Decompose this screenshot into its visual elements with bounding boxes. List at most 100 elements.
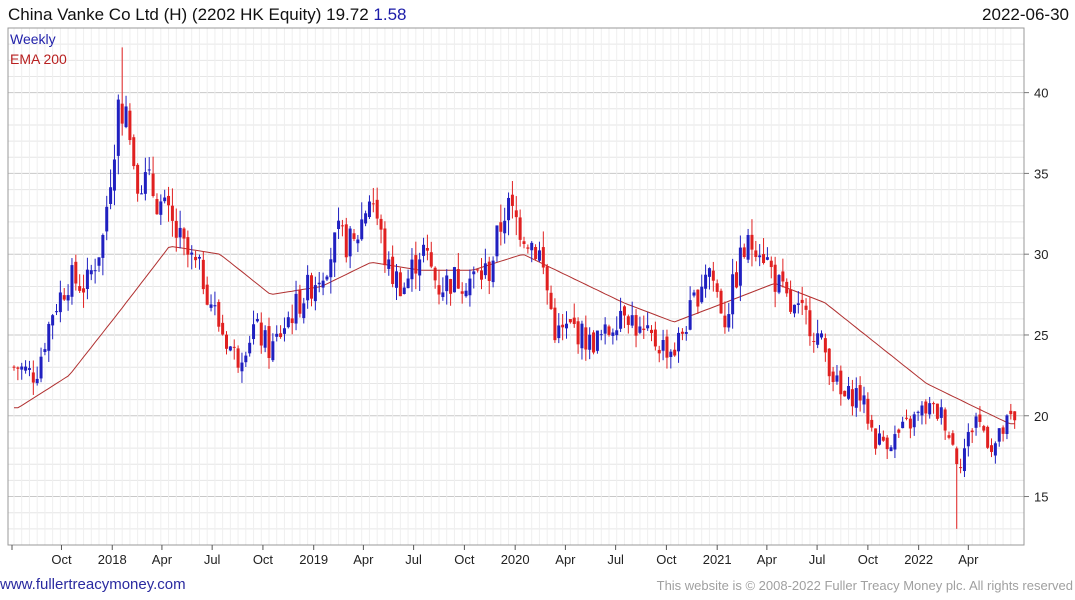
x-tick-label: Apr — [353, 552, 374, 567]
candle-body — [700, 286, 704, 303]
candle-body — [522, 241, 526, 244]
candle-body — [197, 256, 201, 259]
candle-body — [58, 292, 62, 313]
candle-body — [437, 285, 441, 295]
candle-body — [182, 228, 186, 239]
candle-body — [750, 234, 754, 250]
candle-body — [711, 270, 715, 281]
candle-body — [908, 418, 912, 429]
candle-body — [51, 315, 55, 326]
site-link[interactable]: www.fullertreacymoney.com — [0, 576, 186, 593]
candle-body — [572, 317, 576, 325]
candle-body — [731, 274, 735, 315]
x-tick-label: Jul — [405, 552, 422, 567]
candle-body — [843, 390, 847, 397]
x-tick-label: 2018 — [98, 552, 127, 567]
candle-body — [684, 332, 688, 334]
candle-body — [27, 368, 31, 370]
x-tick-label: Oct — [253, 552, 274, 567]
candle-body — [263, 330, 267, 348]
candle-body — [595, 330, 599, 351]
candle-body — [611, 332, 615, 336]
candle-body — [905, 417, 909, 419]
candle-body — [808, 310, 812, 337]
candle-body — [820, 333, 824, 338]
candle-body — [333, 232, 337, 263]
candle-body — [159, 201, 163, 215]
candle-body — [194, 256, 198, 261]
candle-body — [800, 299, 804, 304]
candle-body — [874, 428, 878, 449]
candle-body — [742, 247, 746, 257]
candle-body — [580, 323, 584, 349]
candle-body — [553, 307, 557, 341]
candle-body — [391, 256, 395, 284]
candle-body — [221, 322, 225, 335]
candle-body — [762, 254, 766, 264]
candle-body — [170, 205, 174, 221]
candle-body — [619, 310, 623, 329]
candle-body — [507, 197, 511, 221]
candle-body — [646, 325, 650, 329]
candle-body — [715, 283, 719, 292]
candle-body — [12, 366, 16, 368]
candle-body — [669, 351, 673, 358]
candle-body — [785, 281, 789, 294]
candle-body — [758, 255, 762, 258]
candle-body — [990, 445, 994, 452]
candle-body — [306, 274, 310, 301]
x-tick-label: 2019 — [299, 552, 328, 567]
candle-body — [410, 259, 414, 280]
candle-body — [248, 342, 252, 354]
candle-body — [704, 274, 708, 289]
candle-body — [993, 443, 997, 456]
candle-body — [132, 137, 136, 167]
candle-body — [978, 414, 982, 422]
y-tick-label: 40 — [1034, 86, 1048, 101]
candle-body — [78, 286, 82, 291]
candle-body — [773, 264, 777, 292]
candle-body — [43, 349, 47, 352]
candle-body — [387, 259, 391, 269]
candle-body — [850, 389, 854, 407]
candle-body — [337, 220, 341, 230]
candle-body — [727, 314, 731, 328]
candle-body — [746, 234, 750, 260]
candle-body — [62, 295, 66, 300]
candle-body — [348, 228, 352, 257]
candle-body — [155, 199, 159, 215]
candle-body — [719, 290, 723, 314]
legend-ema: EMA 200 — [10, 51, 67, 67]
candle-body — [66, 295, 70, 301]
x-tick-label: 2020 — [501, 552, 530, 567]
candle-body — [777, 275, 781, 293]
candle-body — [866, 398, 870, 424]
candle-body — [112, 159, 116, 191]
candle-body — [920, 405, 924, 416]
candle-body — [584, 327, 588, 350]
candle-body — [816, 333, 820, 345]
candle-body — [638, 326, 642, 333]
candle-body — [205, 284, 209, 305]
candle-body — [889, 447, 893, 452]
y-tick-label: 25 — [1034, 328, 1048, 343]
candle-body — [696, 289, 700, 307]
x-tick-label: Oct — [858, 552, 879, 567]
candle-body — [893, 434, 897, 450]
candle-body — [932, 403, 936, 405]
copyright-text: This website is © 2008-2022 Fuller Treac… — [656, 578, 1073, 593]
candle-body — [626, 316, 630, 325]
candle-body — [147, 169, 151, 171]
x-tick-label: Apr — [152, 552, 173, 567]
candle-body — [344, 224, 348, 258]
candle-body — [970, 430, 974, 433]
candle-body — [1009, 410, 1013, 415]
candle-body — [375, 199, 379, 219]
candle-body — [128, 110, 132, 141]
candle-body — [661, 339, 665, 351]
x-tick-label: Oct — [51, 552, 72, 567]
candle-body — [599, 334, 603, 336]
candle-body — [89, 270, 93, 275]
candle-body — [55, 311, 59, 313]
candle-body — [754, 250, 758, 257]
